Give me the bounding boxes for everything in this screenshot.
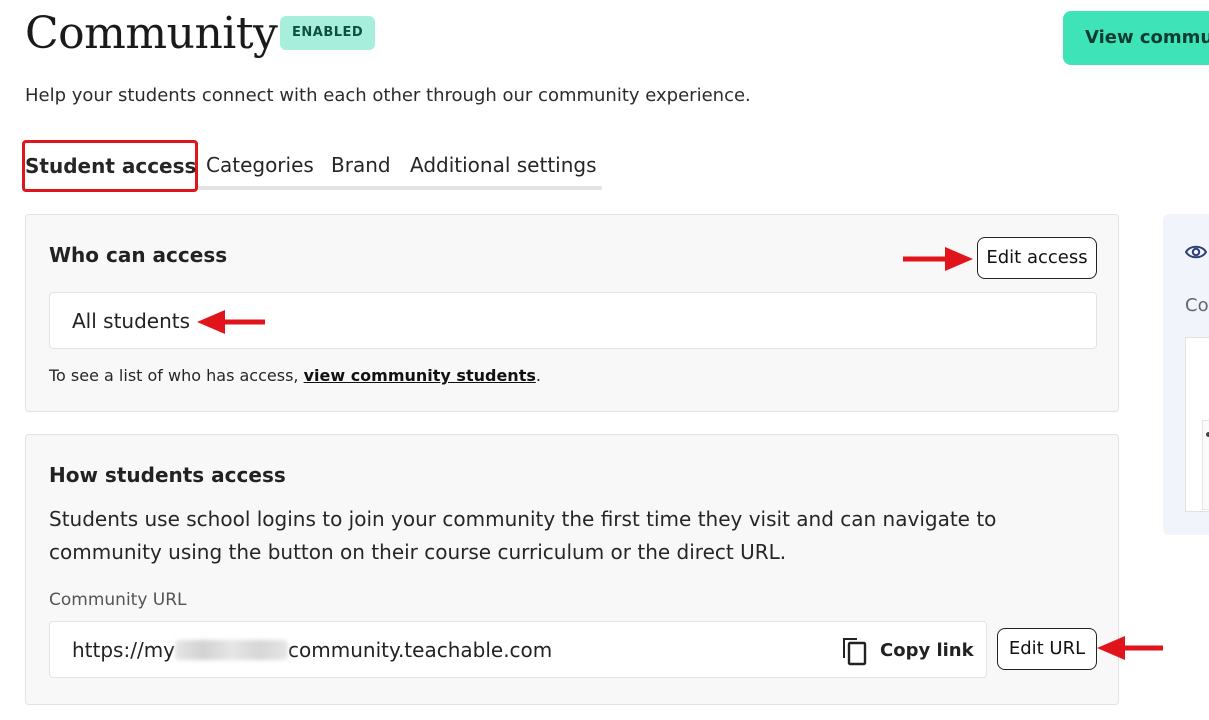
view-community-students-link[interactable]: view community students: [304, 366, 536, 385]
how-students-access-description: Students use school logins to join your …: [49, 507, 997, 564]
how-students-access-card: How students access Students use school …: [25, 434, 1119, 705]
annotation-arrow-right-icon: [903, 247, 973, 271]
eye-icon: [1185, 245, 1207, 259]
tab-bar: Student access Categories Brand Addition…: [22, 140, 602, 192]
helper-suffix: .: [535, 366, 541, 385]
preview-side-panel: Co: [1163, 214, 1209, 535]
edit-url-button[interactable]: Edit URL: [997, 628, 1097, 670]
url-suffix: community.teachable.com: [288, 638, 553, 662]
page-title: Community: [25, 8, 278, 59]
annotation-arrow-left-icon: [1097, 636, 1163, 660]
view-community-button[interactable]: View community: [1063, 11, 1209, 65]
annotation-arrow-left-icon: [197, 310, 265, 334]
redacted-url-segment: [175, 640, 289, 660]
copy-icon: [843, 638, 867, 666]
tab-brand[interactable]: Brand: [331, 150, 391, 180]
status-badge: ENABLED: [280, 16, 376, 50]
tab-additional-settings[interactable]: Additional settings: [410, 150, 597, 180]
helper-prefix: To see a list of who has access,: [49, 366, 304, 385]
copy-link-label: Copy link: [880, 639, 974, 661]
tab-categories[interactable]: Categories: [206, 150, 314, 180]
who-can-access-title: Who can access: [49, 243, 228, 267]
community-url-label: Community URL: [49, 590, 187, 610]
who-can-access-card: Who can access Edit access All students …: [25, 214, 1119, 412]
community-url-value: https://my community.teachable.com: [72, 622, 552, 678]
community-url-field: https://my community.teachable.com Copy l…: [49, 621, 987, 678]
page-subtitle: Help your students connect with each oth…: [25, 85, 751, 106]
url-prefix: https://my: [72, 638, 176, 662]
access-helper-text: To see a list of who has access, view co…: [49, 365, 541, 387]
access-value: All students: [72, 309, 191, 333]
copy-link-button[interactable]: Copy link: [840, 634, 974, 666]
side-panel-text: Co: [1185, 295, 1209, 316]
tab-student-access[interactable]: Student access: [22, 140, 198, 192]
edit-access-button[interactable]: Edit access: [977, 237, 1097, 279]
community-preview-thumbnail: [1185, 337, 1209, 512]
how-students-access-title: How students access: [49, 463, 286, 487]
